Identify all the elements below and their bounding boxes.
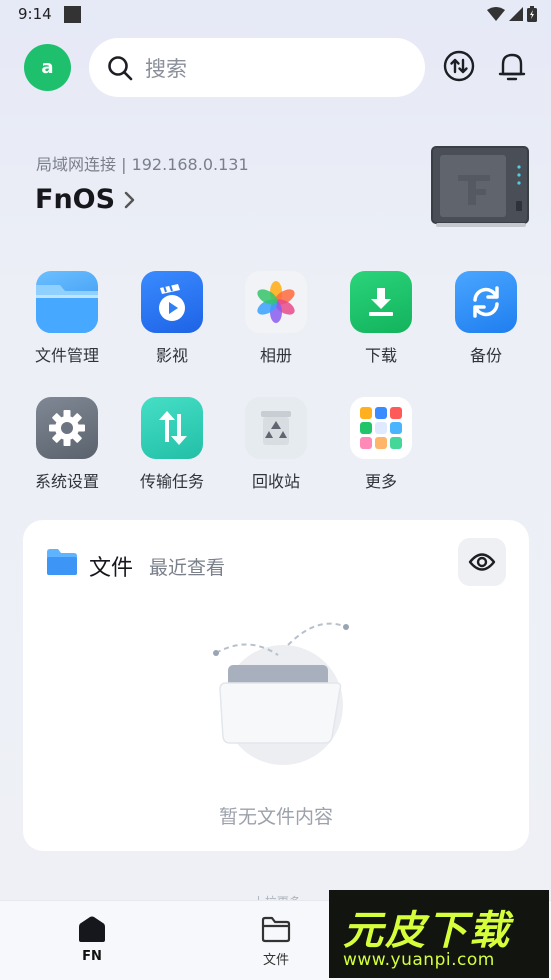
notifications-button[interactable] <box>496 50 528 82</box>
folder-icon <box>36 271 98 333</box>
more-apps-icon <box>350 397 412 459</box>
search-icon <box>108 55 133 80</box>
app-label: 系统设置 <box>34 472 99 491</box>
folder-small-icon <box>47 549 77 575</box>
app-label: 备份 <box>469 346 502 365</box>
watermark-title: 元皮下载 <box>343 908 511 954</box>
photos-icon <box>245 271 307 333</box>
device-selector[interactable]: FnOS <box>35 184 135 215</box>
empty-state-text: 暂无文件内容 <box>218 806 333 828</box>
nav-label: 文件 <box>262 953 289 968</box>
bell-icon <box>498 53 526 81</box>
app-file-manager[interactable]: 文件管理 <box>15 271 119 366</box>
watermark: 元皮下载 www.yuanpi.com <box>329 890 549 978</box>
transfer-button[interactable] <box>443 50 475 82</box>
app-transfer-tasks[interactable]: 传输任务 <box>120 397 224 492</box>
app-recycle-bin[interactable]: 回收站 <box>224 397 328 492</box>
nav-label: FN <box>82 949 102 964</box>
app-download[interactable]: 下载 <box>329 271 433 366</box>
download-icon <box>350 271 412 333</box>
battery-icon <box>527 6 537 22</box>
app-label: 更多 <box>364 472 397 491</box>
notification-icon <box>64 6 81 23</box>
nav-item-fn[interactable]: FN <box>57 915 127 964</box>
device-name: FnOS <box>35 184 116 215</box>
app-label: 回收站 <box>251 472 300 491</box>
recycle-icon <box>245 397 307 459</box>
folder-outline-icon <box>261 916 291 943</box>
empty-folder-illustration <box>213 622 349 765</box>
app-video[interactable]: 影视 <box>120 271 224 366</box>
status-bar: 9:14 <box>0 0 551 30</box>
app-backup[interactable]: 备份 <box>434 271 538 366</box>
app-label: 相册 <box>259 346 292 365</box>
search-input[interactable]: 搜索 <box>89 38 425 97</box>
wifi-icon <box>487 7 505 21</box>
search-placeholder: 搜索 <box>145 56 187 81</box>
recent-files-card: 文件 最近查看 暂无文件内容 <box>23 520 529 851</box>
app-label: 文件管理 <box>34 346 99 365</box>
transfer-icon <box>141 397 203 459</box>
video-icon <box>141 271 203 333</box>
app-label: 传输任务 <box>139 472 204 491</box>
gear-icon <box>36 397 98 459</box>
avatar-letter: a <box>41 57 54 78</box>
avatar[interactable]: a <box>24 44 71 91</box>
watermark-url: www.yuanpi.com <box>343 950 495 970</box>
app-more[interactable]: 更多 <box>329 397 433 492</box>
nas-device-image <box>431 146 529 227</box>
card-subtitle: 最近查看 <box>149 557 226 579</box>
app-settings[interactable]: 系统设置 <box>15 397 119 492</box>
connection-label: 局域网连接 | 192.168.0.131 <box>36 155 249 174</box>
signal-icon <box>509 7 523 21</box>
home-icon <box>79 916 105 942</box>
nav-item-files[interactable]: 文件 <box>241 915 311 968</box>
status-time: 9:14 <box>18 5 52 23</box>
card-title: 文件 <box>89 556 134 581</box>
sync-icon <box>455 271 517 333</box>
chevron-right-icon <box>123 191 135 209</box>
eye-icon <box>468 553 496 571</box>
app-label: 下载 <box>364 346 397 365</box>
app-label: 影视 <box>155 346 188 365</box>
status-icons <box>487 6 537 22</box>
app-photos[interactable]: 相册 <box>224 271 328 366</box>
view-toggle-button[interactable] <box>458 538 506 586</box>
transfer-circle-icon <box>443 50 475 82</box>
